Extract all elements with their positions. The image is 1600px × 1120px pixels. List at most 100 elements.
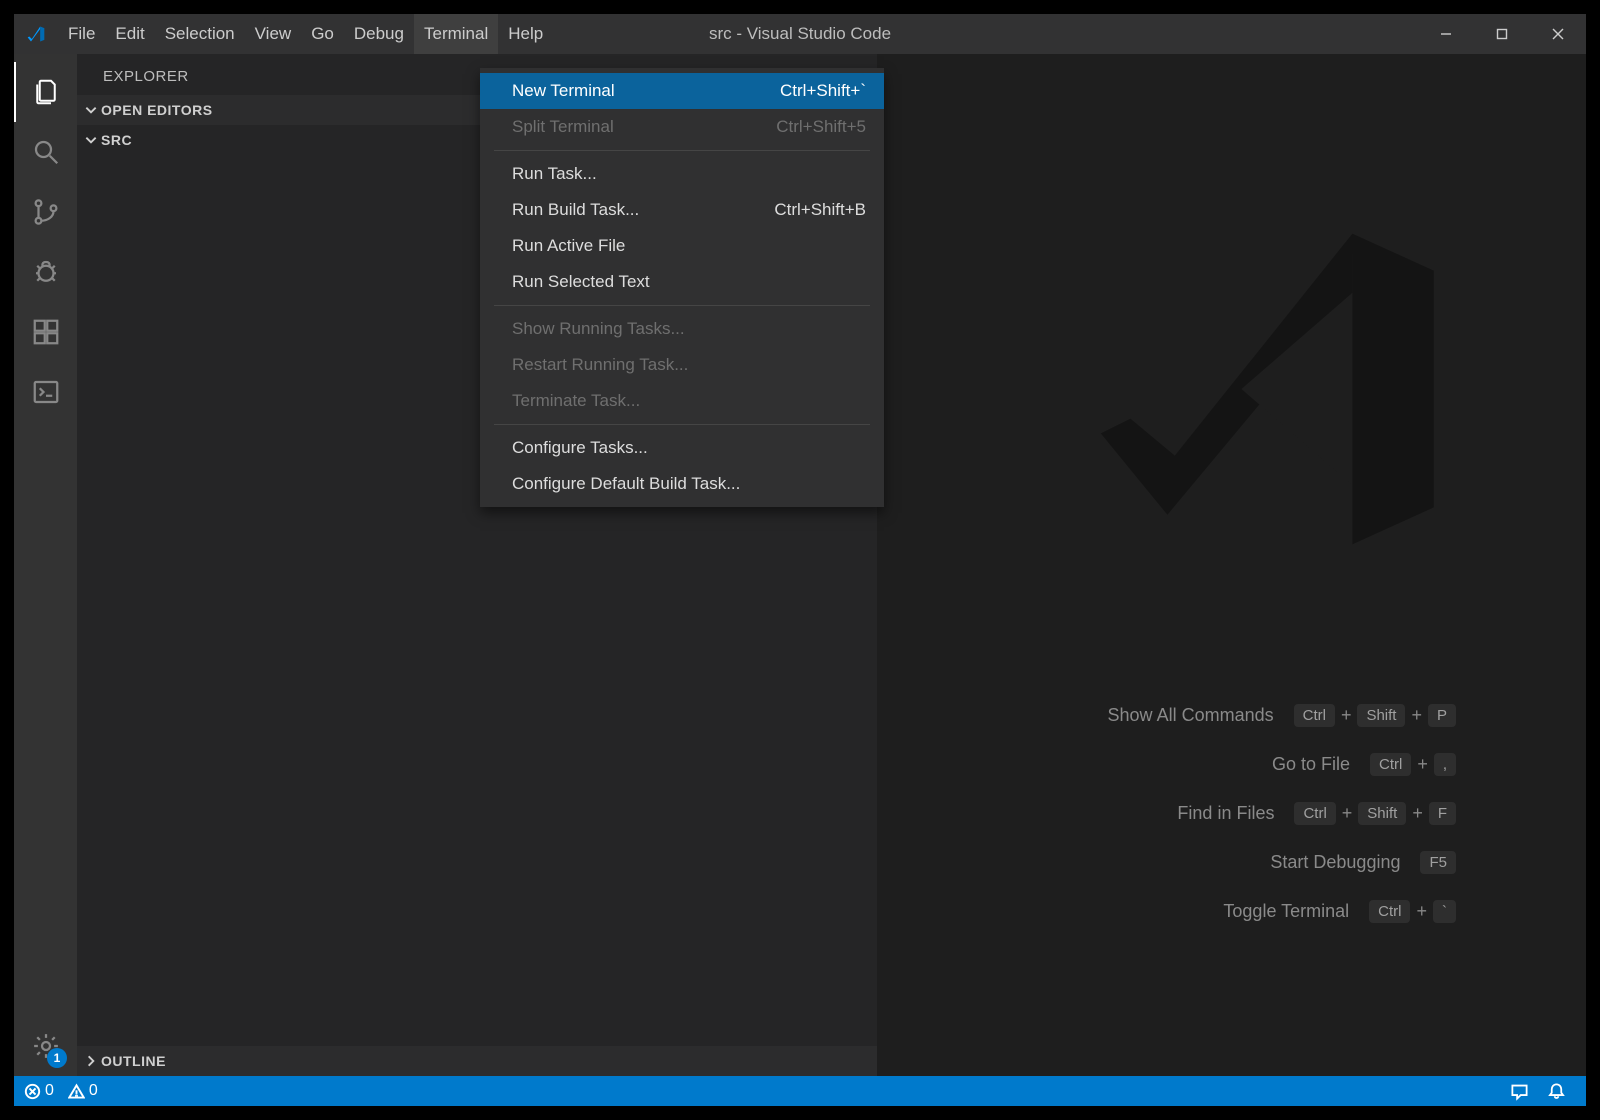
menu-item-shortcut: Ctrl+Shift+` xyxy=(780,79,866,103)
key-sequence: Ctrl+` xyxy=(1369,900,1456,923)
welcome-shortcuts: Show All CommandsCtrl+Shift+PGo to FileC… xyxy=(956,704,1456,923)
bug-icon xyxy=(31,257,61,287)
menu-item-label: Split Terminal xyxy=(512,115,614,139)
menu-item[interactable]: Run Build Task... Ctrl+Shift+B xyxy=(480,192,884,228)
welcome-shortcut-row: Find in FilesCtrl+Shift+F xyxy=(956,802,1456,825)
settings-badge: 1 xyxy=(47,1048,67,1068)
error-count: 0 xyxy=(45,1082,54,1100)
keyboard-key: F xyxy=(1429,802,1456,825)
menu-item-label: Configure Tasks... xyxy=(512,436,648,460)
menu-item[interactable]: New Terminal Ctrl+Shift+` xyxy=(480,73,884,109)
menu-help[interactable]: Help xyxy=(498,14,553,54)
section-outline[interactable]: OUTLINE xyxy=(77,1046,877,1076)
editor-area: Show All CommandsCtrl+Shift+PGo to FileC… xyxy=(877,54,1586,1076)
key-plus: + xyxy=(1411,705,1422,726)
keyboard-key: ` xyxy=(1433,900,1456,923)
files-icon xyxy=(31,77,61,107)
key-plus: + xyxy=(1412,803,1423,824)
activity-debug[interactable] xyxy=(14,242,77,302)
keyboard-key: Ctrl xyxy=(1294,802,1335,825)
menu-item[interactable]: Run Active File xyxy=(480,228,884,264)
welcome-shortcut-row: Toggle Terminal Ctrl+` xyxy=(956,900,1456,923)
menu-item[interactable]: Configure Tasks... xyxy=(480,430,884,466)
menu-item[interactable]: Run Selected Text xyxy=(480,264,884,300)
menu-view[interactable]: View xyxy=(245,14,302,54)
menu-selection[interactable]: Selection xyxy=(155,14,245,54)
close-button[interactable] xyxy=(1530,14,1586,54)
welcome-shortcut-row: Go to FileCtrl+, xyxy=(956,753,1456,776)
menu-item-label: Run Active File xyxy=(512,234,625,258)
key-sequence: Ctrl+, xyxy=(1370,753,1456,776)
title-bar: File Edit Selection View Go Debug Termin… xyxy=(14,14,1586,54)
menu-item-label: Run Build Task... xyxy=(512,198,639,222)
menu-separator xyxy=(494,150,870,151)
keyboard-key: Ctrl xyxy=(1294,704,1335,727)
search-icon xyxy=(31,137,61,167)
status-bar: 0 0 xyxy=(14,1076,1586,1106)
activity-scm[interactable] xyxy=(14,182,77,242)
key-sequence: Ctrl+Shift+P xyxy=(1294,704,1456,727)
menu-debug[interactable]: Debug xyxy=(344,14,414,54)
section-label: SRC xyxy=(101,132,132,148)
status-warnings[interactable]: 0 xyxy=(68,1082,98,1100)
welcome-shortcut-label: Start Debugging xyxy=(956,852,1400,873)
menu-item: Restart Running Task... xyxy=(480,347,884,383)
warning-count: 0 xyxy=(89,1082,98,1100)
keyboard-key: Ctrl xyxy=(1370,753,1411,776)
menu-item[interactable]: Run Task... xyxy=(480,156,884,192)
menu-item-label: Run Selected Text xyxy=(512,270,650,294)
extensions-icon xyxy=(31,317,61,347)
menu-item-label: Restart Running Task... xyxy=(512,353,688,377)
chevron-down-icon xyxy=(81,133,101,147)
section-label: OUTLINE xyxy=(101,1053,166,1069)
keyboard-key: Ctrl xyxy=(1369,900,1410,923)
activity-explorer[interactable] xyxy=(14,62,77,122)
terminal-icon xyxy=(31,377,61,407)
welcome-shortcut-label: Toggle Terminal xyxy=(956,901,1349,922)
menu-bar: File Edit Selection View Go Debug Termin… xyxy=(58,14,553,54)
key-sequence: Ctrl+Shift+F xyxy=(1294,802,1456,825)
menu-go[interactable]: Go xyxy=(301,14,344,54)
welcome-shortcut-label: Show All Commands xyxy=(956,705,1274,726)
menu-item-shortcut: Ctrl+Shift+5 xyxy=(776,115,866,139)
menu-item-shortcut: Ctrl+Shift+B xyxy=(774,198,866,222)
activity-bar: 1 xyxy=(14,54,77,1076)
menu-item-label: Terminate Task... xyxy=(512,389,640,413)
menu-item[interactable]: Configure Default Build Task... xyxy=(480,466,884,502)
terminal-menu-dropdown: New Terminal Ctrl+Shift+` Split Terminal Ct… xyxy=(480,68,884,507)
menu-terminal[interactable]: Terminal xyxy=(414,14,498,54)
menu-item-label: New Terminal xyxy=(512,79,615,103)
menu-item-label: Run Task... xyxy=(512,162,597,186)
keyboard-key: F5 xyxy=(1420,851,1456,874)
welcome-shortcut-label: Go to File xyxy=(956,754,1350,775)
bell-icon[interactable] xyxy=(1547,1082,1566,1101)
activity-search[interactable] xyxy=(14,122,77,182)
menu-item-label: Configure Default Build Task... xyxy=(512,472,740,496)
menu-item: Terminate Task... xyxy=(480,383,884,419)
window-title: src - Visual Studio Code xyxy=(709,24,891,44)
chevron-down-icon xyxy=(81,103,101,117)
maximize-button[interactable] xyxy=(1474,14,1530,54)
activity-settings[interactable]: 1 xyxy=(14,1016,77,1076)
welcome-shortcut-label: Find in Files xyxy=(956,803,1274,824)
activity-output[interactable] xyxy=(14,362,77,422)
menu-item-label: Show Running Tasks... xyxy=(512,317,685,341)
vscode-logo-icon xyxy=(26,24,46,44)
menu-item: Show Running Tasks... xyxy=(480,311,884,347)
chevron-right-icon xyxy=(81,1054,101,1068)
menu-separator xyxy=(494,424,870,425)
activity-extensions[interactable] xyxy=(14,302,77,362)
key-sequence: F5 xyxy=(1420,851,1456,874)
window-controls xyxy=(1418,14,1586,54)
feedback-icon[interactable] xyxy=(1510,1082,1529,1101)
menu-item: Split Terminal Ctrl+Shift+5 xyxy=(480,109,884,145)
status-errors[interactable]: 0 xyxy=(24,1082,54,1100)
keyboard-key: Shift xyxy=(1358,802,1406,825)
menu-edit[interactable]: Edit xyxy=(105,14,154,54)
minimize-button[interactable] xyxy=(1418,14,1474,54)
key-plus: + xyxy=(1417,754,1428,775)
menu-file[interactable]: File xyxy=(58,14,105,54)
key-plus: + xyxy=(1341,705,1352,726)
source-control-icon xyxy=(31,197,61,227)
keyboard-key: Shift xyxy=(1357,704,1405,727)
